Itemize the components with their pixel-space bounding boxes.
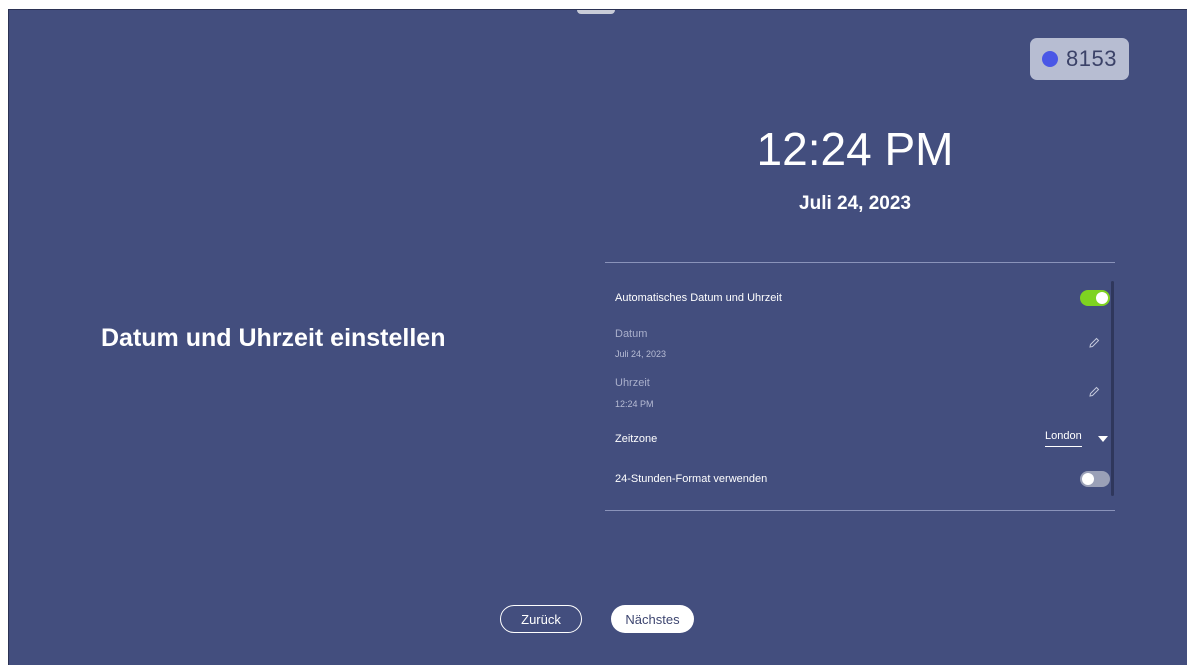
timezone-value: London <box>1045 430 1082 447</box>
device-id-badge: 8153 <box>1030 38 1129 80</box>
date-label: Datum <box>615 328 648 340</box>
edit-time-pencil-icon[interactable] <box>1087 385 1101 399</box>
panel-top-divider <box>605 262 1115 263</box>
auto-datetime-toggle[interactable] <box>1080 290 1110 306</box>
toggle-knob <box>1096 292 1108 304</box>
device-id-number: 8153 <box>1066 46 1117 71</box>
time-label: Uhrzeit <box>615 377 650 389</box>
page-title: Datum und Uhrzeit einstellen <box>101 324 446 352</box>
format-24h-label: 24-Stunden-Format verwenden <box>615 473 768 485</box>
time-value: 12:24 PM <box>615 399 654 409</box>
settings-scrollbar[interactable] <box>1111 281 1114 496</box>
timezone-label: Zeitzone <box>615 433 658 445</box>
next-button[interactable]: Nächstes <box>611 605 694 633</box>
timezone-dropdown[interactable]: London <box>1043 430 1113 452</box>
edit-date-pencil-icon[interactable] <box>1087 336 1101 350</box>
clock-date: Juli 24, 2023 <box>799 193 911 214</box>
setup-screen: 8153 Datum und Uhrzeit einstellen 12:24 … <box>8 9 1187 665</box>
clock-time: 12:24 PM <box>756 123 954 175</box>
format-24h-toggle[interactable] <box>1080 471 1110 487</box>
top-handle <box>577 10 615 14</box>
date-value: Juli 24, 2023 <box>615 349 667 359</box>
panel-bottom-divider <box>605 510 1115 511</box>
toggle-knob <box>1082 473 1094 485</box>
status-dot-icon <box>1042 51 1059 67</box>
auto-datetime-label: Automatisches Datum und Uhrzeit <box>615 292 782 304</box>
back-button[interactable]: Zurück <box>500 605 582 633</box>
caret-down-icon <box>1098 436 1108 442</box>
